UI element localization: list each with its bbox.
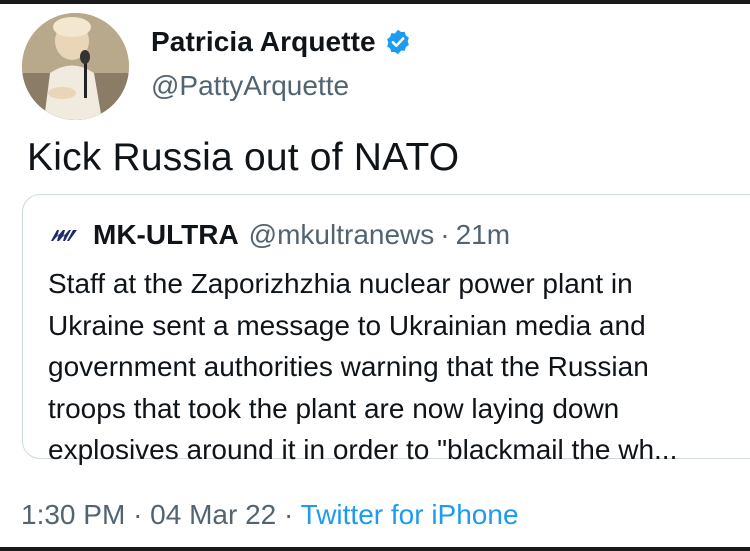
quoted-tweet-line: government authorities warning that the …: [48, 351, 649, 382]
author-name[interactable]: Patricia Arquette: [151, 26, 376, 58]
quoted-tweet[interactable]: MK-ULTRA @mkultranews · 21m Staff at the…: [22, 194, 750, 465]
quoted-tweet-line: troops that took the plant are now layin…: [48, 392, 620, 424]
tweet-card: Patricia Arquette @PattyArquette Kick Ru…: [0, 4, 750, 547]
quoted-author-name[interactable]: MK-ULTRA: [93, 219, 239, 251]
tweet-meta: 1:30 PM · 04 Mar 22 · Twitter for iPhone: [21, 499, 519, 531]
quoted-tweet-line: explosives around it in order to "blackm…: [48, 434, 678, 465]
tweet-text: Kick Russia out of NATO: [27, 136, 460, 179]
profile-photo-icon: [22, 13, 129, 120]
verified-badge-icon: [386, 29, 409, 55]
quoted-tweet-time[interactable]: 21m: [456, 219, 510, 251]
mk-logo-icon: [51, 230, 77, 241]
separator-dot: ·: [284, 499, 294, 530]
separator-dot: ·: [133, 499, 143, 530]
tweet-source-link[interactable]: Twitter for iPhone: [301, 499, 519, 530]
quoted-author-handle[interactable]: @mkultranews: [249, 219, 435, 251]
author-handle[interactable]: @PattyArquette: [151, 70, 349, 102]
quoted-tweet-line: Ukraine sent a message to Ukrainian medi…: [48, 309, 646, 341]
quoted-tweet-body: Staff at the Zaporizhzhia nuclear power …: [48, 263, 748, 471]
separator-dot: ·: [440, 219, 450, 250]
avatar[interactable]: [22, 13, 129, 120]
tweet-time[interactable]: 1:30 PM: [21, 499, 125, 530]
author-row: Patricia Arquette: [151, 26, 412, 58]
quoted-tweet-line: Staff at the Zaporizhzhia nuclear power …: [48, 268, 633, 299]
tweet-date[interactable]: 04 Mar 22: [150, 499, 276, 530]
quoted-tweet-header: MK-ULTRA @mkultranews · 21m: [49, 219, 510, 251]
